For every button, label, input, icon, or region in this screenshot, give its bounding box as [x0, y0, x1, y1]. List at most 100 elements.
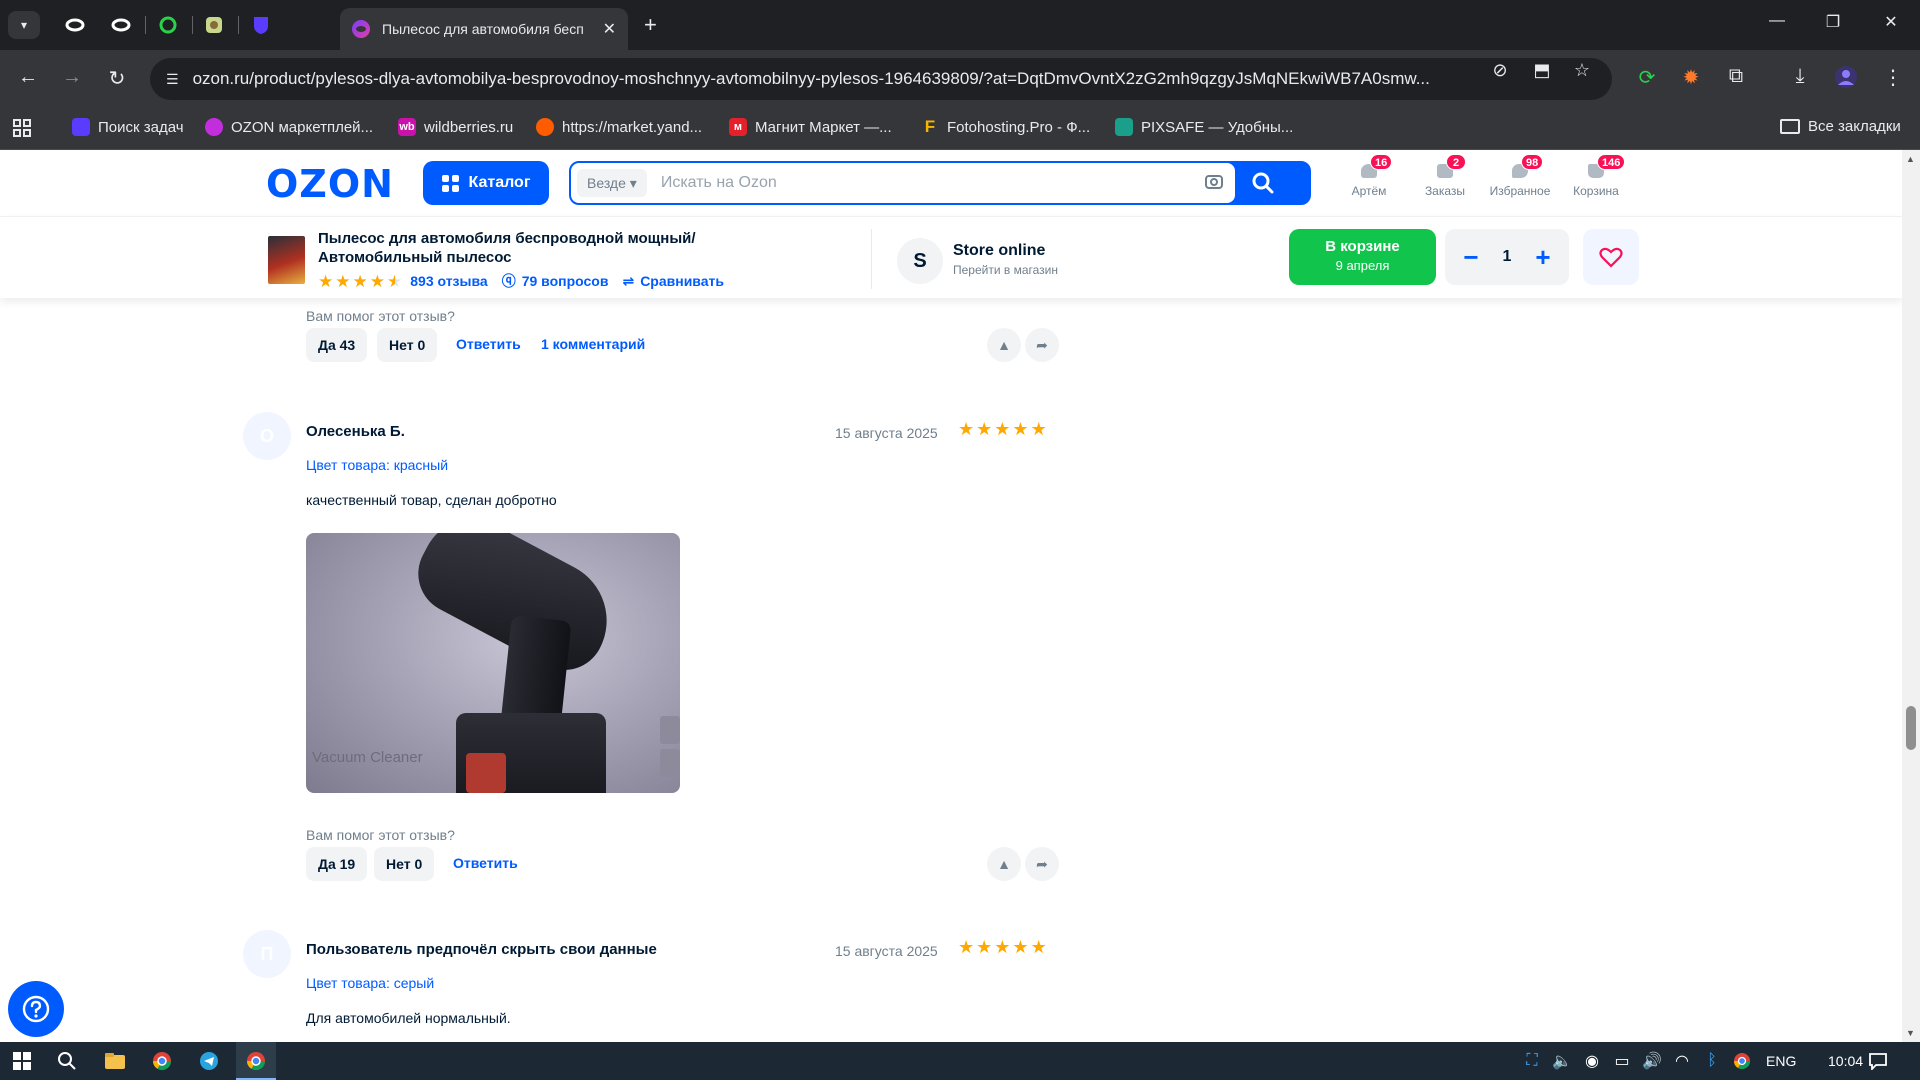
forward-arrow-icon[interactable]: → [58, 66, 86, 89]
report-icon[interactable]: ▲ [987, 328, 1021, 362]
pinned-tab-shield[interactable] [248, 12, 274, 38]
active-tab[interactable]: Пылесос для автомобиля бесп ✕ [340, 8, 628, 50]
bookmark-0[interactable]: Поиск задач [72, 118, 184, 136]
install-app-icon[interactable]: ⬒ [1530, 60, 1554, 81]
compare-link[interactable]: ⇌ Сравнивать [622, 273, 724, 290]
chrome-tray-icon[interactable] [1730, 1050, 1754, 1072]
pinned-tab-green[interactable] [155, 12, 181, 38]
bookmark-2[interactable]: wb wildberries.ru [398, 118, 513, 136]
scrollbar-thumb[interactable] [1906, 706, 1916, 750]
bookmark-star-icon[interactable]: ☆ [1570, 60, 1594, 81]
reload-icon[interactable]: ↻ [103, 66, 131, 91]
file-explorer-icon[interactable] [103, 1050, 127, 1072]
clock[interactable]: 10:04 [1828, 1053, 1863, 1069]
plus-button[interactable]: + [1531, 242, 1555, 273]
bookmark-4[interactable]: м Магнит Маркет —... [729, 118, 892, 136]
close-tab-icon[interactable]: ✕ [603, 19, 616, 39]
review-variant[interactable]: Цвет товара: серый [306, 975, 434, 991]
new-tab-button[interactable]: + [644, 12, 657, 38]
vote-no-button[interactable]: Нет 0 [377, 328, 438, 362]
ozon-ring-icon [65, 18, 85, 32]
quantity-value: 1 [1502, 248, 1512, 265]
speaker-icon[interactable]: 🔈 [1550, 1050, 1574, 1072]
extension-refresh-icon[interactable]: ⟳ [1634, 65, 1660, 90]
ozon-favicon-icon [352, 20, 370, 38]
pinned-tab-app[interactable] [201, 12, 227, 38]
ozon-page: OZON Каталог Везде ▾ 16 Артём 2 Заказы [0, 150, 1902, 1042]
vote-yes-button[interactable]: Да 19 [306, 847, 368, 881]
downloads-icon[interactable]: ⤓ [1787, 65, 1813, 88]
extension-orange-icon[interactable]: ✹ [1678, 65, 1704, 90]
ozon-logo[interactable]: OZON [266, 162, 394, 206]
page-scrollbar[interactable]: ▲ ▼ [1902, 150, 1920, 1042]
search-icon[interactable] [1251, 171, 1279, 195]
store-link[interactable]: Перейти в магазин [953, 263, 1058, 277]
minimize-window-icon[interactable]: — [1762, 12, 1792, 30]
volume-icon[interactable]: 🔊 [1640, 1050, 1664, 1072]
minus-button[interactable]: − [1459, 242, 1483, 273]
review-variant[interactable]: Цвет товара: красный [306, 457, 448, 473]
help-button[interactable] [8, 981, 64, 1037]
back-arrow-icon[interactable]: ← [14, 66, 42, 89]
comments-link[interactable]: 1 комментарий [541, 336, 645, 352]
reviews-link[interactable]: 893 отзыва [410, 273, 487, 289]
chrome-icon[interactable] [150, 1050, 174, 1072]
product-thumbnail[interactable] [268, 236, 305, 284]
reply-link[interactable]: Ответить [453, 855, 518, 871]
pinned-tab-ozon[interactable] [62, 12, 88, 38]
add-to-favorites-button[interactable] [1583, 229, 1639, 285]
battery-icon[interactable]: ▭ [1610, 1050, 1634, 1072]
chrome-active-icon[interactable] [244, 1050, 268, 1072]
shield-icon [72, 118, 90, 136]
pinned-tab-ozon-2[interactable] [108, 12, 134, 38]
profile-avatar-icon[interactable] [1833, 65, 1859, 95]
telegram-icon[interactable] [197, 1050, 221, 1072]
bookmark-3[interactable]: https://market.yand... [536, 118, 702, 136]
box-icon: 2 [1432, 154, 1466, 182]
apps-grid-icon[interactable] [12, 118, 32, 138]
all-bookmarks[interactable]: Все закладки [1780, 118, 1901, 135]
site-info-icon[interactable]: ☰ [166, 71, 179, 88]
steam-icon[interactable]: ◉ [1580, 1050, 1604, 1072]
product-sticky-bar: Пылесос для автомобиля беспроводной мощн… [0, 216, 1902, 298]
language-indicator[interactable]: ENG [1766, 1053, 1796, 1069]
catalog-button[interactable]: Каталог [423, 161, 549, 205]
star-icon: ★ [1012, 419, 1029, 439]
browser-menu-icon[interactable]: ⋮ [1880, 65, 1906, 90]
restore-window-icon[interactable]: ❐ [1818, 12, 1848, 32]
share-icon[interactable]: ➦ [1025, 847, 1059, 881]
wifi-icon[interactable]: ◠ [1670, 1050, 1694, 1072]
store-avatar[interactable]: S [897, 238, 943, 284]
photo-caption: Vacuum Cleaner [312, 749, 423, 766]
notifications-icon[interactable] [1866, 1050, 1890, 1072]
tracking-protection-icon[interactable]: ⊘ [1488, 60, 1512, 81]
header-cart[interactable]: 146 Корзина [1551, 154, 1641, 198]
screen-snip-icon[interactable]: ⛶ [1520, 1050, 1544, 1072]
close-window-icon[interactable]: ✕ [1876, 12, 1906, 32]
extensions-puzzle-icon[interactable]: ⧉ [1723, 65, 1749, 88]
review-text: качественный товар, сделан добротно [306, 492, 557, 508]
bluetooth-icon[interactable]: ᛒ [1700, 1050, 1724, 1072]
store-name[interactable]: Store online [953, 242, 1045, 260]
bookmark-6[interactable]: PIXSAFE — Удобны... [1115, 118, 1293, 136]
star-icon: ★ [958, 419, 975, 439]
bookmark-5[interactable]: F Fotohosting.Pro - Ф... [921, 117, 1090, 136]
reply-link[interactable]: Ответить [456, 336, 521, 352]
address-bar[interactable]: ☰ ozon.ru/product/pylesos-dlya-avtomobil… [150, 58, 1612, 100]
windows-start-icon[interactable] [10, 1050, 34, 1072]
camera-search-icon[interactable] [1205, 173, 1223, 194]
search-input[interactable] [660, 174, 1201, 192]
search-icon[interactable] [55, 1050, 79, 1072]
bookmark-1[interactable]: OZON маркетплей... [205, 118, 373, 136]
product-title: Пылесос для автомобиля беспроводной мощн… [318, 230, 696, 266]
review-photo[interactable]: Vacuum Cleaner [306, 533, 680, 793]
url-text[interactable]: ozon.ru/product/pylesos-dlya-avtomobilya… [193, 69, 1483, 89]
report-icon[interactable]: ▲ [987, 847, 1021, 881]
tab-search-chevron-icon[interactable]: ▾ [8, 11, 40, 39]
search-scope-dropdown[interactable]: Везде ▾ [577, 169, 647, 197]
in-cart-button[interactable]: В корзине 9 апреля [1289, 229, 1436, 285]
share-icon[interactable]: ➦ [1025, 328, 1059, 362]
vote-yes-button[interactable]: Да 43 [306, 328, 368, 362]
vote-no-button[interactable]: Нет 0 [374, 847, 435, 881]
questions-link[interactable]: ⓠ 79 вопросов [502, 271, 609, 291]
